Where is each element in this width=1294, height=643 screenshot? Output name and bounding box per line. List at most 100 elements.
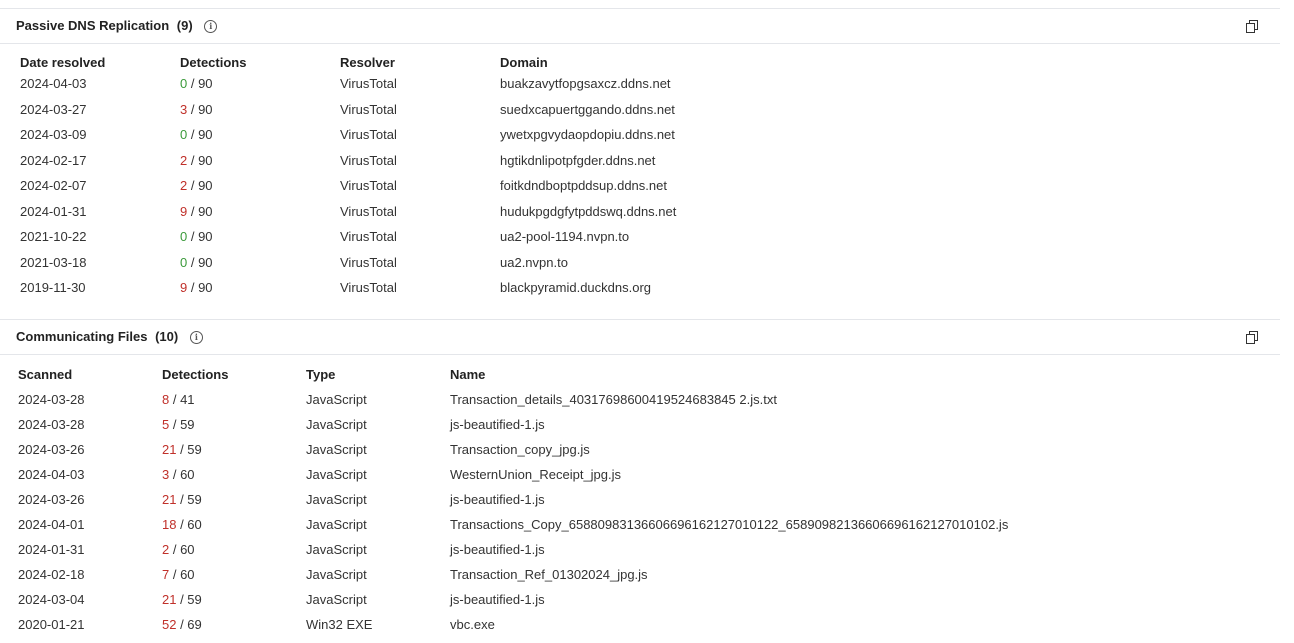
date-cell: 2024-04-03: [20, 76, 87, 91]
domain-link[interactable]: ua2.nvpn.to: [500, 255, 568, 270]
type-cell: JavaScript: [306, 492, 367, 507]
date-cell: 2024-03-27: [20, 101, 87, 117]
file-name-link[interactable]: Transaction_copy_jpg.js: [450, 442, 590, 457]
type-cell: JavaScript: [306, 567, 367, 582]
header-domain[interactable]: Domain: [500, 55, 548, 70]
scanned-cell: 2024-03-28: [18, 392, 85, 407]
detections-total: / 90: [187, 101, 213, 117]
detections-count: 18: [162, 517, 177, 532]
header-date-resolved[interactable]: Date resolved: [20, 55, 105, 70]
file-name-link[interactable]: Transaction_details_40317698600419524683…: [450, 392, 777, 407]
date-cell: 2019-11-30: [20, 280, 86, 295]
detections-cell: 2 / 90: [180, 178, 213, 193]
date-cell: 2024-01-31: [20, 203, 87, 219]
detections-cell: 21 / 59: [162, 492, 202, 507]
detections-cell: 8 / 41: [162, 392, 195, 407]
detections-cell: 3 / 90: [180, 102, 213, 117]
file-name-link[interactable]: js-beautified-1.js: [450, 417, 545, 432]
header-type[interactable]: Type: [306, 367, 335, 382]
detections-total: / 90: [187, 152, 213, 168]
detections-total: / 60: [169, 542, 195, 557]
date-cell: 2024-02-07: [20, 178, 87, 193]
detections-total: / 90: [187, 178, 213, 193]
detections-count: 21: [162, 492, 177, 507]
scanned-cell: 2020-01-21: [18, 617, 85, 632]
detections-cell: 2 / 90: [180, 153, 213, 168]
copy-icon[interactable]: [1246, 331, 1258, 344]
copy-icon[interactable]: [1246, 20, 1258, 33]
domain-link[interactable]: blackpyramid.duckdns.org: [500, 280, 651, 295]
file-name-link[interactable]: js-beautified-1.js: [450, 542, 545, 557]
date-cell: 2021-03-18: [20, 254, 87, 270]
detections-cell: 0 / 90: [180, 76, 213, 91]
domain-link[interactable]: suedxcapuertggando.ddns.net: [500, 102, 675, 117]
detections-cell: 0 / 90: [180, 127, 213, 142]
header-scanned[interactable]: Scanned: [18, 367, 72, 382]
domain-link[interactable]: hgtikdnlipotpfgder.ddns.net: [500, 153, 655, 168]
file-name-link[interactable]: js-beautified-1.js: [450, 492, 545, 507]
detections-cell: 3 / 60: [162, 467, 195, 482]
header-resolver[interactable]: Resolver: [340, 55, 395, 70]
scanned-cell: 2024-03-26: [18, 442, 85, 457]
communicating-files-title: Communicating Files (10) i: [16, 329, 203, 344]
resolver-cell: VirusTotal: [340, 280, 397, 295]
header-name[interactable]: Name: [450, 367, 485, 382]
domain-link[interactable]: ua2-pool-1194.nvpn.to: [500, 229, 629, 244]
header-detections[interactable]: Detections: [162, 367, 228, 382]
passive-dns-title: Passive DNS Replication (9) i: [16, 18, 218, 33]
detections-total: / 59: [176, 492, 202, 507]
info-icon[interactable]: i: [204, 20, 218, 33]
type-cell: JavaScript: [306, 442, 367, 457]
detections-cell: 2 / 60: [162, 542, 195, 557]
passive-dns-title-text: Passive DNS Replication: [16, 18, 170, 33]
resolver-cell: VirusTotal: [340, 127, 397, 142]
communicating-files-title-text: Communicating Files: [16, 329, 148, 344]
detections-cell: 9 / 90: [180, 280, 213, 295]
domain-link[interactable]: buakzavytfopgsaxcz.ddns.net: [500, 76, 671, 91]
detections-cell: 18 / 60: [162, 517, 202, 532]
detections-total: / 59: [176, 442, 202, 457]
scanned-cell: 2024-03-26: [18, 492, 85, 507]
domain-link[interactable]: hudukpgdgfytpddswq.ddns.net: [500, 204, 676, 219]
scanned-cell: 2024-01-31: [18, 542, 85, 557]
detections-total: / 60: [176, 517, 202, 532]
scanned-cell: 2024-04-01: [18, 517, 85, 532]
domain-link[interactable]: ywetxpgvydaopdopiu.ddns.net: [500, 127, 675, 142]
resolver-cell: VirusTotal: [340, 178, 397, 193]
detections-total: / 90: [187, 127, 213, 142]
scanned-cell: 2024-04-03: [18, 467, 85, 482]
resolver-cell: VirusTotal: [340, 152, 397, 168]
detections-count: 21: [162, 592, 177, 607]
detections-cell: 5 / 59: [162, 417, 195, 432]
detections-total: / 69: [176, 617, 202, 632]
file-name-link[interactable]: WesternUnion_Receipt_jpg.js: [450, 467, 621, 482]
file-name-link[interactable]: Transactions_Copy_6588098313660669616212…: [450, 517, 1008, 532]
detections-total: / 59: [176, 592, 202, 607]
type-cell: JavaScript: [306, 417, 367, 432]
file-name-link[interactable]: Transaction_Ref_01302024_jpg.js: [450, 567, 648, 582]
detections-cell: 0 / 90: [180, 255, 213, 270]
resolver-cell: VirusTotal: [340, 76, 397, 91]
scanned-cell: 2024-02-18: [18, 567, 85, 582]
detections-count: 52: [162, 617, 177, 632]
date-cell: 2024-03-09: [20, 127, 87, 142]
detections-count: 21: [162, 442, 177, 457]
type-cell: JavaScript: [306, 592, 367, 607]
detections-total: / 59: [169, 417, 195, 432]
detections-cell: 21 / 59: [162, 442, 202, 457]
resolver-cell: VirusTotal: [340, 229, 397, 244]
header-detections[interactable]: Detections: [180, 55, 246, 70]
info-icon[interactable]: i: [189, 331, 203, 344]
detections-total: / 90: [187, 203, 213, 219]
domain-link[interactable]: foitkdndboptpddsup.ddns.net: [500, 178, 667, 193]
detections-total: / 41: [169, 392, 195, 407]
file-name-link[interactable]: js-beautified-1.js: [450, 592, 545, 607]
communicating-files-count: (10): [155, 329, 179, 344]
detections-cell: 21 / 59: [162, 592, 202, 607]
file-name-link[interactable]: vbc.exe: [450, 617, 495, 632]
detections-cell: 7 / 60: [162, 567, 195, 582]
detections-total: / 90: [187, 76, 213, 91]
date-cell: 2021-10-22: [20, 229, 87, 244]
scanned-cell: 2024-03-28: [18, 417, 85, 432]
detections-cell: 0 / 90: [180, 229, 213, 244]
